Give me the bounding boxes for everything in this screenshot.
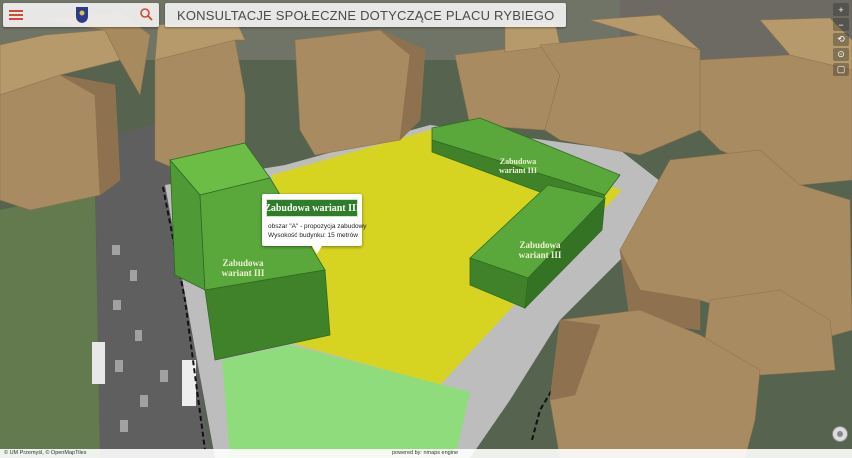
popup-description: obszar "A" - propozycja zabudowy: [268, 223, 367, 230]
svg-text:wariant III: wariant III: [499, 166, 537, 175]
popup-title: Zabudowa wariant III: [264, 199, 360, 217]
layers-button[interactable]: ▢: [833, 63, 849, 76]
feature-popup[interactable]: Zabudowa wariant III obszar "A" - propoz…: [262, 194, 367, 254]
attribution[interactable]: © UM Przemyśl, © OpenMapTiles: [4, 450, 86, 456]
building-label-top-right: Zabudowa wariant III: [499, 157, 537, 175]
svg-text:Zabudowa: Zabudowa: [519, 240, 561, 250]
city-crest-icon: [76, 7, 88, 23]
svg-text:wariant III: wariant III: [519, 250, 562, 260]
search-box: [3, 3, 159, 27]
locate-button[interactable]: ⊙: [833, 48, 849, 61]
page-title-box: KONSULTACJE SPOŁECZNE DOTYCZĄCE PLACU RY…: [165, 3, 567, 27]
footer-bar: © UM Przemyśl, © OpenMapTiles powered by…: [0, 449, 852, 458]
building-label-left: Zabudowa wariant III: [222, 258, 265, 278]
zoom-in-button[interactable]: +: [833, 3, 849, 16]
page-title: KONSULTACJE SPOŁECZNE DOTYCZĄCE PLACU RY…: [177, 7, 555, 23]
popup-height: Wysokość budynku: 15 metrów: [268, 232, 358, 239]
svg-text:wariant III: wariant III: [222, 268, 265, 278]
svg-text:Zabudowa: Zabudowa: [500, 157, 536, 166]
building-label-right: Zabudowa wariant III: [519, 240, 562, 260]
powered-by: powered by: nmaps engine: [392, 450, 459, 456]
map-toolbar: + − ⟲ ⊙ ▢: [833, 3, 849, 78]
rotate-button[interactable]: ⟲: [833, 33, 849, 46]
svg-text:Zabudowa: Zabudowa: [222, 258, 264, 268]
hamburger-menu-icon[interactable]: [9, 8, 23, 22]
zoom-out-button[interactable]: −: [833, 18, 849, 31]
top-bar: KONSULTACJE SPOŁECZNE DOTYCZĄCE PLACU RY…: [3, 3, 567, 27]
magnifier-icon[interactable]: [139, 7, 153, 21]
compass-icon[interactable]: [832, 426, 848, 442]
map-3d-scene[interactable]: Zabudowa wariant III Zabudowa wariant II…: [0, 0, 852, 458]
